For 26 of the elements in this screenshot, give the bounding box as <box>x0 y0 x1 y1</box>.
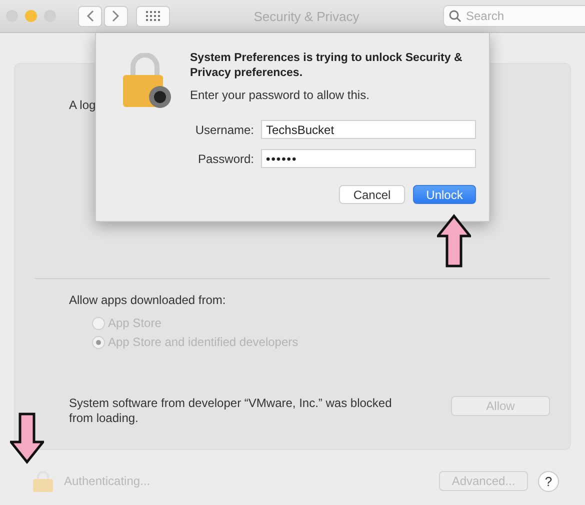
search-icon <box>449 10 461 22</box>
grid-icon <box>146 11 160 21</box>
back-button[interactable] <box>78 6 102 26</box>
forward-button[interactable] <box>104 6 128 26</box>
padlock-icon[interactable] <box>32 470 54 492</box>
minimize-icon[interactable] <box>25 10 37 22</box>
sheet-heading: System Preferences is trying to unlock Security & Privacy preferences. <box>190 51 464 81</box>
padlock-icon <box>120 53 172 109</box>
show-all-button[interactable] <box>136 6 170 26</box>
arrow-icon <box>10 412 44 466</box>
blocked-message: System software from developer “VMware, Inc.” was blocked from loading. <box>69 396 393 426</box>
unlock-button[interactable]: Unlock <box>413 185 476 204</box>
username-field[interactable]: TechsBucket <box>261 120 476 139</box>
chevron-right-icon <box>112 10 120 22</box>
search-field[interactable]: Search <box>443 5 585 27</box>
section-label: A log <box>69 98 96 112</box>
window-title: Security & Privacy <box>252 8 360 24</box>
arrow-icon <box>437 214 471 268</box>
field-label: Password: <box>196 152 254 166</box>
help-button[interactable]: ? <box>538 470 559 492</box>
sheet-prompt: Enter your password to allow this. <box>190 88 370 102</box>
field-label: Username: <box>194 122 254 136</box>
gatekeeper-label: Allow apps downloaded from: <box>69 293 227 307</box>
cancel-button[interactable]: Cancel <box>339 185 405 204</box>
chevron-left-icon <box>86 10 94 22</box>
password-field[interactable]: •••••• <box>261 149 476 168</box>
